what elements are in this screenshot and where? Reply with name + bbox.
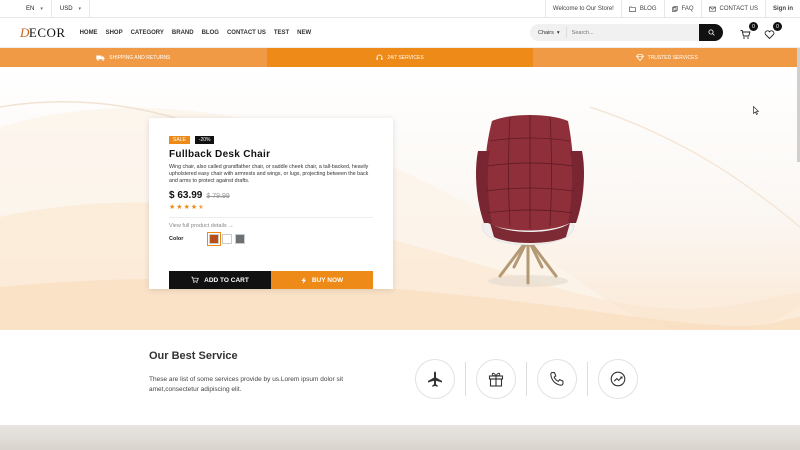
faq-label: FAQ <box>681 5 694 12</box>
shipping-label: SHIPPING AND RETURNS <box>109 54 171 61</box>
product-description: Wing chair, also called grandfather chai… <box>169 164 369 185</box>
hero-banner: SALE -20% Fullback Desk Chair Wing chair… <box>0 67 800 330</box>
menu-item-category[interactable]: CATEGORY <box>131 30 164 36</box>
logo-text: ECOR <box>28 24 66 40</box>
gift-icon[interactable] <box>476 359 516 399</box>
menu-item-contact[interactable]: CONTACT US <box>227 30 266 36</box>
phone-icon[interactable] <box>537 359 577 399</box>
faq-link[interactable]: FAQ <box>663 0 701 18</box>
floor-banner <box>0 425 800 450</box>
cart-icon <box>740 29 751 40</box>
currency-value: USD <box>59 5 73 12</box>
star-icon: ★ <box>190 203 198 211</box>
services-label: 24/7 SERVICES <box>387 54 424 61</box>
trusted-feature: TRUSTED SERVICES <box>533 48 800 67</box>
diamond-icon <box>635 54 644 61</box>
lightning-icon <box>301 276 307 284</box>
cart-icon <box>191 276 199 284</box>
services-feature: 24/7 SERVICES <box>266 48 534 67</box>
top-bar: EN ▾ USD ▾ Welcome to Our Store! BLOG FAQ … <box>0 0 800 18</box>
service-title: Our Best Service <box>149 350 238 362</box>
buy-now-button[interactable]: BUY NOW <box>271 271 373 289</box>
arrow-right-icon: → <box>228 222 234 229</box>
product-title[interactable]: Fullback Desk Chair <box>169 149 373 160</box>
folder-icon <box>628 6 636 12</box>
add-to-cart-label: ADD TO CART <box>204 276 249 284</box>
mail-icon <box>708 6 716 12</box>
color-swatch-white[interactable] <box>222 233 232 244</box>
headset-icon <box>376 54 383 61</box>
color-label: Color <box>169 235 184 242</box>
star-icon: ★ <box>183 203 190 211</box>
cursor-icon <box>753 106 759 115</box>
color-swatch-rust[interactable] <box>207 231 221 246</box>
wishlist-button[interactable]: 0 <box>764 22 782 40</box>
chevron-down-icon: ▾ <box>78 5 82 12</box>
menu: HOME SHOP CATEGORY BRAND BLOG CONTACT US… <box>80 30 312 36</box>
menu-item-home[interactable]: HOME <box>80 30 98 36</box>
star-icon: ★ <box>169 203 176 211</box>
welcome-text: Welcome to Our Store! <box>544 0 621 18</box>
service-text: These are list of some services provide … <box>149 376 343 393</box>
view-details-label: View full product details <box>169 222 227 229</box>
chair-image <box>476 115 584 287</box>
main-nav: D ECOR HOME SHOP CATEGORY BRAND BLOG CONT… <box>0 18 800 48</box>
service-section: Our Best Service These are list of some … <box>0 330 800 427</box>
menu-item-blog[interactable]: BLOG <box>202 30 219 36</box>
menu-item-brand[interactable]: BRAND <box>172 30 194 36</box>
search-bar: Chairs ▾ <box>530 24 723 41</box>
heart-icon <box>764 29 775 40</box>
discount-badge: -20% <box>194 136 215 144</box>
language-select[interactable]: EN ▾ <box>18 0 52 18</box>
menu-item-test[interactable]: TEST <box>274 30 289 36</box>
cart-count-badge: 0 <box>749 22 758 31</box>
trusted-label: TRUSTED SERVICES <box>647 54 698 61</box>
buy-now-label: BUY NOW <box>311 276 344 284</box>
blog-link[interactable]: BLOG <box>620 0 664 18</box>
separator <box>465 362 466 396</box>
search-icon <box>708 29 715 36</box>
trend-icon[interactable] <box>598 359 638 399</box>
add-to-cart-button[interactable]: ADD TO CART <box>169 271 271 289</box>
search-category-value: Chairs <box>538 29 554 36</box>
rating-stars: ★ ★ ★ ★ ★ <box>169 203 373 211</box>
plane-icon[interactable] <box>415 359 455 399</box>
currency-select[interactable]: USD ▾ <box>52 0 91 18</box>
view-details-link[interactable]: View full product details → <box>169 223 373 229</box>
separator <box>526 362 527 396</box>
wishlist-count-badge: 0 <box>773 22 782 31</box>
background-waves <box>0 101 800 330</box>
product-price: $ 63.99 <box>169 189 203 201</box>
cart-button[interactable]: 0 <box>740 22 758 40</box>
star-icon: ★ <box>176 203 183 211</box>
logo[interactable]: D ECOR <box>20 25 66 41</box>
search-input[interactable] <box>566 29 699 36</box>
star-half-icon: ★ <box>198 203 205 211</box>
chevron-down-icon: ▾ <box>40 5 43 12</box>
contact-label: CONTACT US <box>719 5 758 12</box>
sale-badge: SALE <box>169 136 190 144</box>
menu-item-new[interactable]: NEW <box>297 30 311 36</box>
search-button[interactable] <box>699 24 723 41</box>
product-old-price: $ 79.99 <box>206 192 230 200</box>
truck-icon <box>96 55 105 61</box>
contact-link[interactable]: CONTACT US <box>700 0 765 18</box>
menu-item-shop[interactable]: SHOP <box>106 30 123 36</box>
divider <box>169 216 373 218</box>
signin-link[interactable]: Sign in <box>765 0 800 18</box>
separator <box>587 362 588 396</box>
shipping-feature: SHIPPING AND RETURNS <box>0 48 267 67</box>
search-category-select[interactable]: Chairs ▾ <box>530 27 567 38</box>
feature-strip: SHIPPING AND RETURNS 24/7 SERVICES TRUST… <box>0 48 800 67</box>
blog-label: BLOG <box>639 5 657 12</box>
product-card: SALE -20% Fullback Desk Chair Wing chair… <box>149 118 393 289</box>
copy-icon <box>671 5 678 12</box>
color-swatch-gray[interactable] <box>235 233 245 244</box>
chevron-down-icon: ▾ <box>556 29 560 36</box>
language-value: EN <box>26 5 35 12</box>
